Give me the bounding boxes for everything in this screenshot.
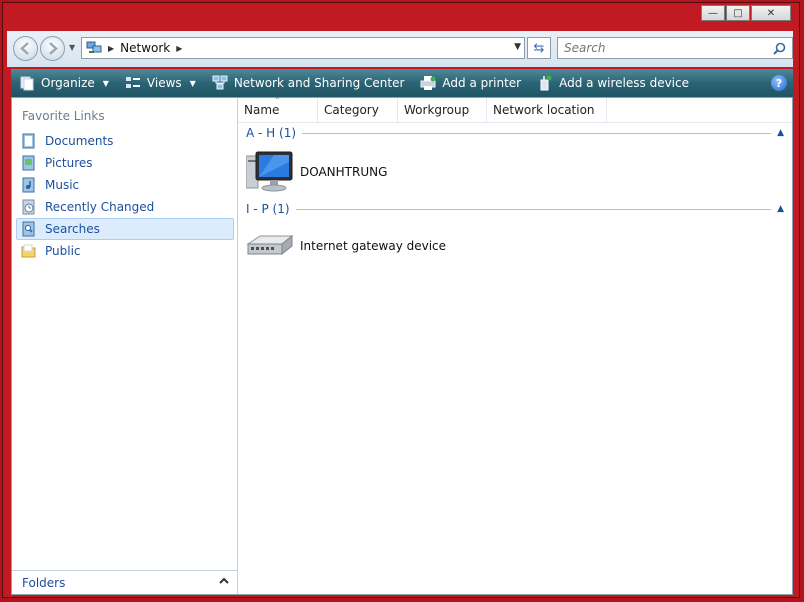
column-label: Name — [244, 103, 280, 117]
network-item-internet-gateway[interactable]: Internet gateway device — [246, 232, 446, 260]
sidebar-item-label: Music — [45, 178, 80, 192]
command-bar: Organize ▼ Views ▼ Network and Sharing C… — [11, 69, 793, 97]
maximize-icon: □ — [733, 7, 743, 19]
sidebar-item-public[interactable]: Public — [16, 240, 234, 262]
add-printer-label: Add a printer — [442, 76, 522, 90]
organize-button[interactable]: Organize ▼ — [11, 69, 117, 97]
add-wireless-device-button[interactable]: Add a wireless device — [529, 69, 697, 97]
search-input[interactable] — [562, 40, 766, 56]
forward-button[interactable] — [40, 36, 65, 61]
search-box[interactable] — [557, 37, 793, 59]
favorite-links-list: Documents Pictures Music Recently Change… — [16, 130, 234, 262]
folders-toggle[interactable]: Folders — [12, 570, 237, 594]
forward-arrow-icon — [49, 42, 58, 55]
help-icon[interactable]: ? — [771, 75, 787, 91]
group-label: I - P (1) — [246, 202, 290, 216]
column-label: Category — [324, 103, 379, 117]
sidebar-item-label: Public — [45, 244, 81, 258]
network-sharing-icon — [212, 75, 228, 90]
column-header-workgroup[interactable]: Workgroup — [398, 98, 487, 122]
address-field[interactable]: ▶ Network ▶ ▼ — [81, 37, 525, 59]
item-name: DOANHTRUNG — [300, 165, 388, 179]
sidebar-item-recently-changed[interactable]: Recently Changed — [16, 196, 234, 218]
sidebar-item-documents[interactable]: Documents — [16, 130, 234, 152]
search-icon[interactable] — [773, 42, 786, 55]
column-header-network-location[interactable]: Network location — [487, 98, 607, 122]
sidebar-item-label: Recently Changed — [45, 200, 155, 214]
column-header-category[interactable]: Category — [318, 98, 398, 122]
group-label: A - H (1) — [246, 126, 297, 140]
views-label: Views — [146, 76, 182, 90]
item-name: Internet gateway device — [300, 239, 447, 253]
address-bar-area: ▼ ▶ Network ▶ ▼ ⇆ — [7, 31, 793, 67]
maximize-button[interactable]: □ — [726, 5, 750, 21]
views-icon — [125, 77, 140, 88]
sort-ascending-icon: ⌃ — [274, 96, 281, 105]
chevron-down-icon: ▼ — [102, 78, 109, 88]
minimize-icon: — — [708, 7, 718, 19]
recent-pages-dropdown[interactable]: ▼ — [69, 43, 75, 52]
add-printer-button[interactable]: Add a printer — [412, 69, 529, 97]
sidebar-item-pictures[interactable]: Pictures — [16, 152, 234, 174]
column-header-name[interactable]: ⌃ Name — [238, 96, 318, 122]
breadcrumb-separator-icon[interactable]: ▶ — [108, 44, 114, 53]
organize-icon — [20, 76, 34, 91]
group-divider — [302, 132, 772, 134]
refresh-button[interactable]: ⇆ — [527, 37, 551, 59]
group-header-a-h[interactable]: A - H (1) ▲ — [246, 126, 784, 140]
back-button[interactable] — [13, 36, 38, 61]
music-icon — [22, 177, 35, 193]
network-sharing-label: Network and Sharing Center — [233, 76, 405, 90]
back-arrow-icon — [20, 42, 29, 55]
network-item-doanhtrung[interactable]: DOANHTRUNG — [246, 150, 387, 194]
sidebar-item-searches[interactable]: Searches — [16, 218, 234, 240]
organize-label: Organize — [41, 76, 95, 90]
sidebar-item-label: Pictures — [45, 156, 93, 170]
column-label: Workgroup — [404, 103, 470, 117]
breadcrumb-network[interactable]: Network — [120, 41, 170, 55]
window-controls: — □ ✕ — [700, 5, 791, 21]
favorite-links-title: Favorite Links — [22, 109, 105, 123]
navigation-pane: Favorite Links Documents Pictures Music … — [12, 98, 238, 594]
file-list-pane: ⌃ Name Category Workgroup Network locati… — [238, 96, 792, 594]
sidebar-item-label: Searches — [45, 222, 100, 236]
explorer-window: — □ ✕ ▼ ▶ Network ▶ ▼ ⇆ Search Organize … — [2, 2, 800, 598]
network-sharing-center-button[interactable]: Network and Sharing Center — [204, 69, 413, 97]
collapse-icon[interactable]: ▲ — [777, 204, 784, 214]
printer-icon — [420, 76, 436, 90]
group-divider — [295, 208, 772, 210]
chevron-up-icon — [219, 577, 229, 584]
collapse-icon[interactable]: ▲ — [777, 128, 784, 138]
folder-icon — [21, 244, 36, 258]
refresh-icon: ⇆ — [533, 40, 545, 56]
close-icon: ✕ — [766, 7, 776, 19]
group-header-i-p[interactable]: I - P (1) ▲ — [246, 202, 784, 216]
minimize-button[interactable]: — — [701, 5, 725, 21]
chevron-down-icon: ▼ — [189, 78, 196, 88]
recently-changed-icon — [22, 199, 35, 215]
breadcrumb-separator-icon[interactable]: ▶ — [176, 44, 182, 53]
network-icon — [86, 41, 102, 53]
close-button[interactable]: ✕ — [751, 5, 791, 21]
column-headers: ⌃ Name Category Workgroup Network locati… — [238, 96, 792, 123]
folders-label: Folders — [22, 575, 66, 590]
searches-icon — [22, 221, 35, 237]
wireless-device-icon — [540, 75, 552, 91]
gateway-router-icon — [246, 234, 294, 256]
computer-icon — [246, 151, 293, 192]
views-button[interactable]: Views ▼ — [117, 69, 204, 97]
pictures-icon — [22, 155, 35, 171]
sidebar-item-label: Documents — [45, 134, 114, 148]
column-label: Network location — [493, 103, 595, 117]
documents-icon — [22, 133, 35, 149]
address-dropdown-icon[interactable]: ▼ — [514, 42, 521, 52]
explorer-content: Favorite Links Documents Pictures Music … — [11, 96, 793, 595]
add-wireless-label: Add a wireless device — [559, 76, 689, 90]
sidebar-item-music[interactable]: Music — [16, 174, 234, 196]
